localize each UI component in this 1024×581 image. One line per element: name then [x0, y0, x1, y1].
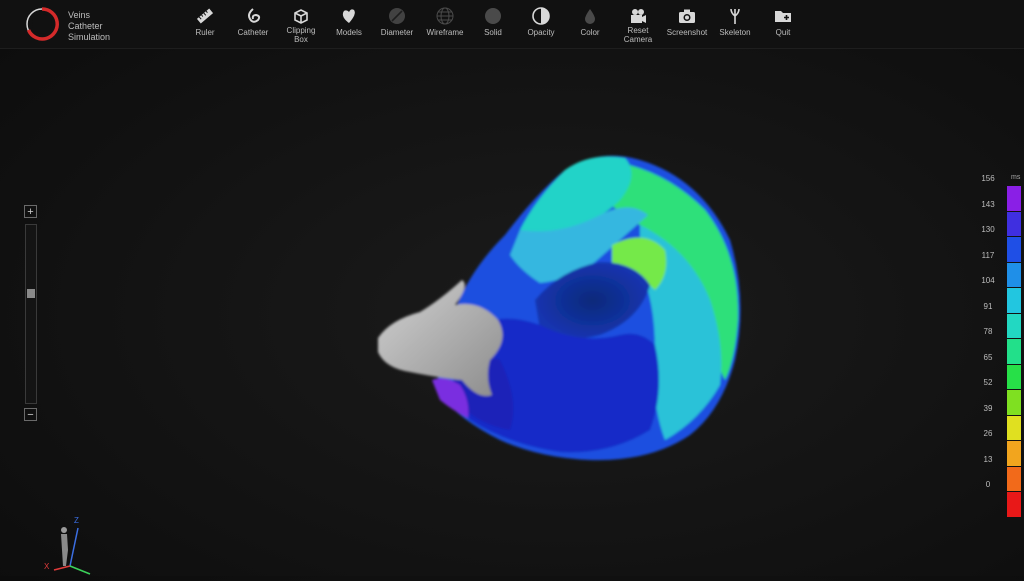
scale-tick-label: 78 [983, 327, 993, 336]
color-scale-legend: ms 156 143 130 117 104 91 78 65 52 39 26 13 0 [960, 172, 1024, 517]
toolbar-models-button[interactable]: Models [322, 4, 376, 46]
scale-tick-label: 0 [985, 480, 991, 489]
toolbar-clipping-box-button[interactable]: Clipping Box [274, 4, 328, 46]
toolbar-reset-camera-label: Reset Camera [623, 26, 653, 44]
box-icon [294, 9, 308, 24]
3d-viewport[interactable] [0, 48, 1024, 576]
heart-chamber-model [378, 155, 741, 461]
toolbar-opacity-button[interactable]: Opacity [514, 4, 568, 46]
scale-tick-label: 156 [981, 174, 995, 183]
axis-z-label: Z [74, 516, 79, 525]
toolbar-solid-button[interactable]: Solid [466, 4, 520, 46]
scale-tick-label: 143 [981, 199, 995, 209]
toolbar-quit-button[interactable]: Quit [756, 4, 810, 46]
zoom-track[interactable] [25, 224, 37, 404]
droplet-icon [585, 9, 595, 24]
toolbar-clipping-box-label: Clipping Box [286, 26, 316, 44]
toolbar-screenshot-label: Screenshot [666, 28, 708, 37]
toolbar-skeleton-label: Skeleton [719, 28, 751, 37]
zoom-out-button[interactable]: − [24, 408, 37, 421]
axes-figure-icon [53, 527, 91, 575]
toolbar-skeleton-button[interactable]: Skeleton [708, 4, 762, 46]
toolbar-wireframe-button[interactable]: Wireframe [418, 4, 472, 46]
toolbar-wireframe-label: Wireframe [426, 28, 464, 37]
toolbar-color-label: Color [580, 28, 600, 37]
toolbar-models-label: Models [336, 28, 362, 37]
scale-tick-label: 39 [983, 403, 993, 413]
diameter-icon [389, 8, 405, 24]
scale-tick-label: 65 [983, 352, 993, 362]
camera-icon [679, 9, 695, 23]
catheter-icon [248, 8, 261, 23]
toolbar-catheter-button[interactable]: Catheter [226, 4, 280, 46]
scale-color-swatch [1007, 441, 1021, 466]
scale-color-swatch [1007, 211, 1021, 236]
scale-tick-label: 13 [983, 454, 993, 464]
scale-color-swatch [1007, 364, 1021, 389]
axis-x-label: X [44, 562, 50, 571]
orientation-axes: Z X [44, 516, 100, 576]
solid-icon [485, 8, 501, 24]
zoom-slider[interactable]: + − [24, 205, 38, 423]
zoom-handle[interactable] [27, 288, 35, 298]
scale-tick-label: 117 [981, 250, 995, 260]
toolbar-solid-label: Solid [484, 28, 502, 37]
video-camera-icon [631, 9, 646, 23]
scale-tick-label: 104 [981, 276, 995, 285]
toolbar-ruler-button[interactable]: Ruler [178, 4, 232, 46]
skeleton-icon [730, 8, 740, 24]
scale-color-swatch [1007, 492, 1021, 517]
toolbar-color-button[interactable]: Color [563, 4, 617, 46]
toolbar-diameter-button[interactable]: Diameter [370, 4, 424, 46]
toolbar-quit-label: Quit [775, 28, 791, 37]
toolbar-reset-camera-button[interactable]: Reset Camera [611, 4, 665, 46]
top-toolbar: Veins Catheter Simulation Ruler Catheter C… [0, 0, 1024, 49]
scale-tick-label: 91 [983, 301, 993, 311]
toolbar-ruler-label: Ruler [195, 28, 215, 37]
scale-color-swatch [1007, 313, 1021, 338]
scale-color-swatch [1007, 262, 1021, 287]
scale-color-swatch [1007, 288, 1021, 313]
folder-exit-icon [775, 11, 791, 22]
scale-color-swatch [1007, 390, 1021, 415]
scale-tick-label: 130 [981, 225, 995, 234]
scale-color-swatch [1007, 339, 1021, 364]
toolbar-catheter-label: Catheter [237, 28, 269, 37]
scale-color-swatch [1007, 415, 1021, 440]
scale-color-swatch [1007, 466, 1021, 491]
toolbar-diameter-label: Diameter [380, 28, 414, 37]
zoom-in-button[interactable]: + [24, 205, 37, 218]
heart-icon [342, 9, 355, 23]
scale-unit: ms [1011, 174, 1021, 181]
toolbar-opacity-label: Opacity [527, 28, 555, 37]
ruler-icon [196, 8, 214, 24]
app-title: Veins Catheter Simulation [68, 10, 111, 42]
scale-color-swatch [1007, 237, 1021, 262]
opacity-icon [532, 7, 550, 25]
scale-tick-label: 52 [983, 378, 993, 387]
wireframe-icon [436, 7, 454, 25]
toolbar-screenshot-button[interactable]: Screenshot [660, 4, 714, 46]
scale-tick-label: 26 [983, 429, 993, 438]
scale-color-swatch [1007, 186, 1021, 211]
app-logo-icon [26, 7, 59, 41]
